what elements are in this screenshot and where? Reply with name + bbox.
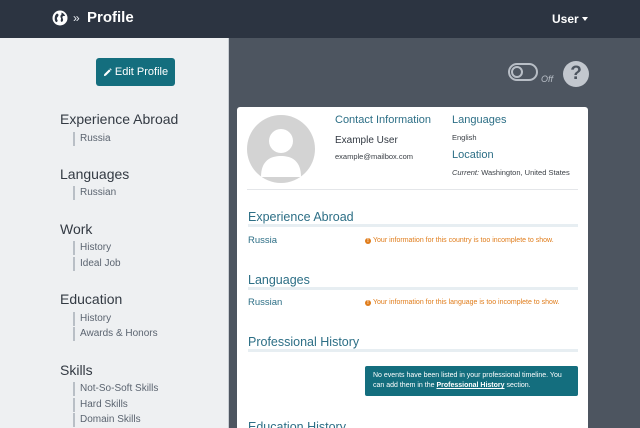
user-menu-label: User bbox=[552, 12, 579, 26]
sidebar-item-awards-honors[interactable]: Awards & Honors bbox=[73, 327, 158, 341]
edit-profile-label: Edit Profile bbox=[114, 66, 169, 78]
languages-row-label: Russian bbox=[248, 297, 283, 308]
warning-icon: ! bbox=[365, 300, 371, 306]
profile-location: Current: Washington, United States bbox=[452, 168, 570, 177]
warning-icon: ! bbox=[365, 238, 371, 244]
sidebar-section-work[interactable]: Work bbox=[60, 221, 92, 237]
sidebar-item-education-history[interactable]: History bbox=[73, 312, 111, 326]
contact-info-heading: Contact Information bbox=[335, 114, 431, 126]
location-heading: Location bbox=[452, 149, 494, 161]
sidebar-item-ideal-job[interactable]: Ideal Job bbox=[73, 257, 121, 271]
sidebar-item-russia[interactable]: Russia bbox=[73, 132, 111, 146]
location-value: Washington, United States bbox=[481, 168, 570, 177]
edit-profile-button[interactable]: Edit Profile bbox=[96, 58, 175, 86]
education-history-title: Education History bbox=[248, 420, 346, 428]
professional-history-link[interactable]: Professional History bbox=[436, 382, 504, 389]
section-rule bbox=[248, 349, 578, 352]
sidebar-item-russian[interactable]: Russian bbox=[73, 186, 116, 200]
sidebar: Edit Profile Experience Abroad Russia La… bbox=[0, 38, 229, 428]
visibility-toggle[interactable] bbox=[508, 63, 538, 81]
sidebar-item-work-history[interactable]: History bbox=[73, 241, 111, 255]
toggle-knob bbox=[511, 66, 523, 78]
experience-abroad-title: Experience Abroad bbox=[248, 210, 354, 224]
professional-history-notice: No events have been listed in your profe… bbox=[365, 366, 578, 396]
sidebar-item-domain-skills[interactable]: Domain Skills bbox=[73, 413, 141, 427]
profile-email: example@mailbox.com bbox=[335, 152, 414, 161]
professional-history-title: Professional History bbox=[248, 335, 360, 349]
languages-warning: ! Your information for this language is t… bbox=[365, 299, 560, 306]
toggle-label: Off bbox=[541, 74, 554, 84]
page-title: Profile bbox=[87, 9, 134, 26]
experience-warning: ! Your information for this country is to… bbox=[365, 237, 554, 244]
profile-divider bbox=[247, 189, 578, 190]
sidebar-item-hard-skills[interactable]: Hard Skills bbox=[73, 398, 128, 412]
user-menu[interactable]: User bbox=[552, 12, 588, 26]
avatar bbox=[247, 115, 315, 183]
user-silhouette-icon bbox=[261, 129, 301, 177]
section-rule bbox=[248, 287, 578, 290]
notice-suffix: section. bbox=[506, 382, 531, 389]
languages-warning-text: Your information for this language is to… bbox=[373, 299, 560, 306]
experience-row-label: Russia bbox=[248, 235, 278, 246]
help-icon[interactable]: ? bbox=[563, 61, 589, 87]
caret-down-icon bbox=[581, 17, 588, 21]
top-bar: » Profile User bbox=[0, 0, 640, 38]
globe-icon[interactable] bbox=[52, 10, 68, 26]
sidebar-section-education[interactable]: Education bbox=[60, 291, 122, 307]
pencil-icon bbox=[103, 67, 112, 76]
sidebar-section-skills[interactable]: Skills bbox=[60, 362, 93, 378]
breadcrumb-separator: » bbox=[73, 11, 80, 25]
languages-section-title: Languages bbox=[248, 273, 310, 287]
languages-heading: Languages bbox=[452, 114, 507, 126]
profile-panel: Contact Information Example User example… bbox=[237, 107, 588, 428]
profile-name: Example User bbox=[335, 135, 398, 146]
section-rule bbox=[248, 224, 578, 227]
sidebar-section-experience-abroad[interactable]: Experience Abroad bbox=[60, 111, 178, 127]
location-prefix: Current: bbox=[452, 168, 480, 177]
profile-language: English bbox=[452, 133, 477, 142]
experience-warning-text: Your information for this country is too… bbox=[373, 237, 554, 244]
sidebar-section-languages[interactable]: Languages bbox=[60, 166, 129, 182]
sidebar-item-not-so-soft-skills[interactable]: Not-So-Soft Skills bbox=[73, 382, 158, 396]
